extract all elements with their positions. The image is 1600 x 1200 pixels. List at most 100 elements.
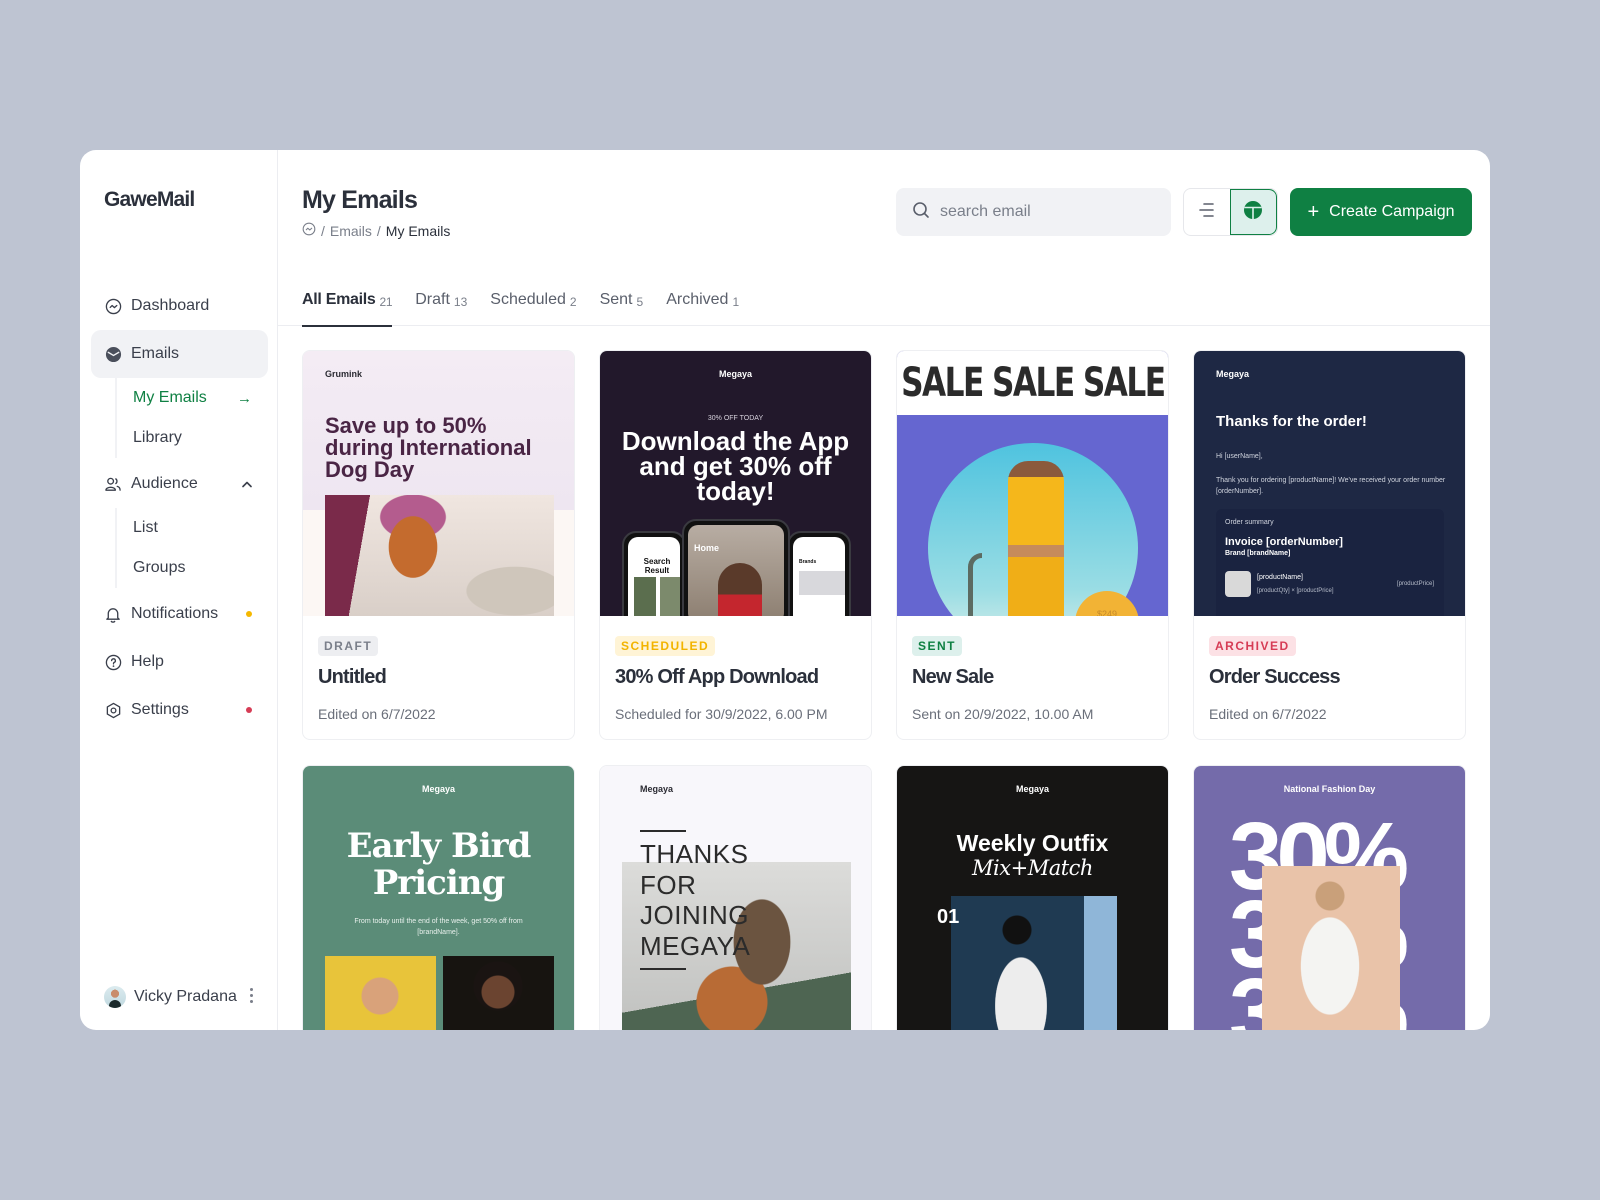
sidebar-item-label: List [133,519,158,536]
email-preview: SALE SALE SALE $249 [897,351,1168,616]
card-meta: Edited on 6/7/2022 [1209,706,1327,722]
sidebar-item-label: Audience [131,475,198,492]
sidebar-item-label: Notifications [131,605,219,622]
email-card[interactable]: Grumink Save up to 50% during Internatio… [302,350,575,740]
card-meta: Scheduled for 30/9/2022, 6.00 PM [615,706,828,722]
card-meta: Edited on 6/7/2022 [318,706,436,722]
screen-label: Home [694,543,720,553]
sidebar-item-label: Dashboard [131,297,210,314]
email-preview: Megaya THANKS FOR JOINING MEGAYA [600,766,871,1030]
sidebar-item-settings[interactable]: Settings [91,686,268,734]
sidebar-item-help[interactable]: Help [91,638,268,686]
sidebar-item-list[interactable]: List [133,508,268,548]
product-qty: [productQty] × [productPrice] [1257,588,1334,594]
sidebar-item-label: Emails [131,345,180,362]
sidebar-item-notifications[interactable]: Notifications [91,590,268,638]
sidebar-item-library[interactable]: Library [133,418,268,458]
audience-submenu: List Groups [115,508,268,588]
chevron-up-icon[interactable] [242,481,252,488]
status-badge: SENT [912,636,963,656]
preview-brand: Megaya [1015,784,1050,794]
grid-view-button[interactable] [1229,189,1277,235]
notification-dot [246,611,252,617]
plus-icon: + [1307,201,1320,223]
tab-draft[interactable]: Draft 13 [415,278,467,326]
page-title: My Emails [302,186,418,214]
preview-greeting: Hi [userName], [1216,453,1263,460]
sidebar-nav: Dashboard Emails My Emails → Library Aud… [91,282,268,734]
list-view-button[interactable] [1184,189,1230,235]
card-title: Order Success [1209,666,1341,688]
preview-brand: National Fashion Day [1283,784,1376,794]
tab-label: Draft [415,291,450,308]
sidebar-item-audience[interactable]: Audience [91,460,268,508]
preview-image [1262,866,1400,1030]
email-tabs: All Emails 21 Draft 13 Scheduled 2 Sent 5 Ar… [302,278,739,327]
help-icon [104,653,122,671]
screen-label: Brands [799,559,817,565]
email-card[interactable]: Megaya Weekly Outfix Mix+Match 01 [896,765,1169,1030]
email-card[interactable]: SALE SALE SALE $249 SENT New Sale Sent o… [896,350,1169,740]
preview-image [325,495,554,616]
phone-mockup: Search Result [622,531,686,616]
bell-icon [104,605,122,623]
email-card[interactable]: Megaya Thanks for the order! Hi [userNam… [1193,350,1466,740]
tab-archived[interactable]: Archived 1 [666,278,739,326]
email-preview: Grumink Save up to 50% during Internatio… [303,351,574,616]
preview-headline: THANKS FOR JOINING MEGAYA [640,839,751,961]
sidebar-item-my-emails[interactable]: My Emails → [133,378,268,418]
email-preview: National Fashion Day 30% 30% 30% [1194,766,1465,1030]
product-name: [productName] [1257,574,1303,581]
status-badge: SCHEDULED [615,636,716,656]
search-input[interactable] [940,203,1140,221]
search-icon [912,201,930,224]
preview-body: From today until the end of the week, ge… [354,918,523,936]
brand-line: Brand [brandName] [1225,550,1291,557]
preview-number: 01 [937,906,960,928]
tab-count: 1 [732,294,740,309]
email-card[interactable]: National Fashion Day 30% 30% 30% [1193,765,1466,1030]
invoice-title: Invoice [orderNumber] [1225,536,1343,548]
search-bar[interactable] [896,188,1171,236]
breadcrumb-emails[interactable]: Emails [330,223,372,239]
sidebar-item-label: Settings [131,701,189,718]
email-card[interactable]: Megaya THANKS FOR JOINING MEGAYA [599,765,872,1030]
create-campaign-button[interactable]: + Create Campaign [1290,188,1472,236]
order-summary: Order summary Invoice [orderNumber] Bran… [1216,509,1444,616]
email-card[interactable]: Megaya 30% OFF TODAY Download the App an… [599,350,872,740]
email-card[interactable]: Megaya Early Bird Pricing From today unt… [302,765,575,1030]
divider [640,830,686,832]
preview-image [443,956,554,1030]
product-price: [productPrice] [1396,581,1434,587]
card-title: New Sale [912,666,994,688]
preview-brand: Grumink [325,369,363,379]
breadcrumb-separator: / [321,222,325,239]
sidebar-item-emails[interactable]: Emails [91,330,268,378]
breadcrumb-current: My Emails [385,222,451,239]
email-preview: Megaya 30% OFF TODAY Download the App an… [600,351,871,616]
dashboard-icon [104,297,122,315]
mail-icon [104,345,122,363]
sidebar-item-dashboard[interactable]: Dashboard [91,282,268,330]
brand-logo: GaweMail [104,188,195,211]
email-preview: Megaya Weekly Outfix Mix+Match 01 [897,766,1168,1030]
preview-brand: Megaya [718,369,753,379]
tab-sent[interactable]: Sent 5 [600,278,644,326]
tab-label: Scheduled [490,291,566,308]
user-profile[interactable]: Vicky Pradana [104,986,254,1008]
create-campaign-label: Create Campaign [1329,203,1455,220]
screen-label: Search Result [643,557,671,575]
card-title: Untitled [318,666,387,688]
preview-body: Thank you for ordering [productName]! We… [1216,477,1446,495]
tab-all-emails[interactable]: All Emails 21 [302,278,393,327]
email-preview: Megaya Thanks for the order! Hi [userNam… [1194,351,1465,616]
preview-subhead: Mix+Match [972,856,1093,880]
phone-mockup: BrandsCategory [787,531,851,616]
preview-brand: Megaya [1216,369,1250,379]
tab-scheduled[interactable]: Scheduled 2 [490,278,576,326]
more-options-icon[interactable] [250,988,254,1003]
dashboard-icon[interactable] [302,222,316,239]
preview-image [951,896,1117,1030]
sidebar-item-groups[interactable]: Groups [133,548,268,588]
tab-label: Sent [599,291,633,308]
